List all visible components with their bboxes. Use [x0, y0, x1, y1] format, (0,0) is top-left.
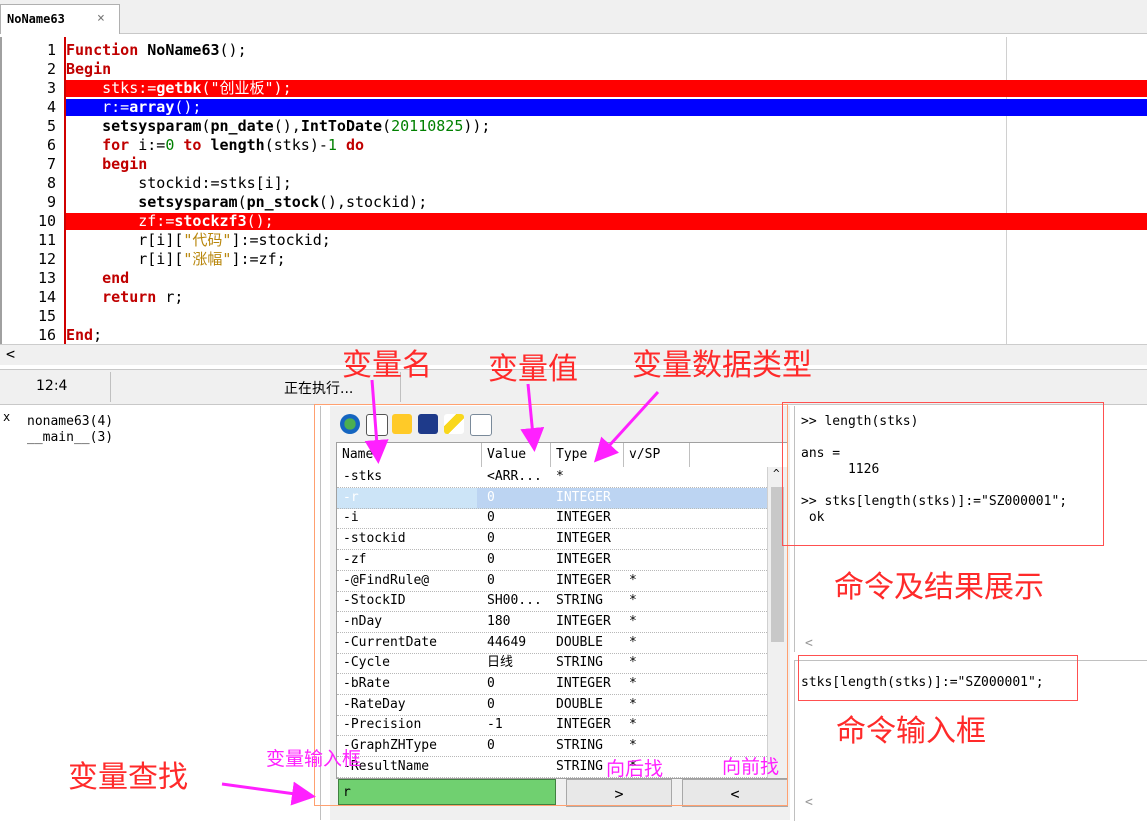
line-number: 4 — [46, 98, 56, 116]
code-line[interactable]: stockid:=stks[i]; — [66, 174, 292, 193]
code-line[interactable]: zf:=stockzf3(); — [66, 212, 273, 231]
code-line[interactable]: begin — [66, 155, 147, 174]
call-stack-item[interactable]: __main__(3) — [27, 430, 113, 445]
code-line[interactable]: end — [66, 269, 129, 288]
annotation-var-type: 变量数据类型 — [632, 348, 812, 383]
annotation-search-back: 向后找 — [606, 758, 664, 780]
status-divider — [110, 372, 111, 402]
code-line[interactable]: End; — [66, 326, 102, 345]
code-editor[interactable]: 1 Function NoName63(); 2 Begin 3 stks:=getbk… — [0, 37, 1147, 344]
line-number: 5 — [46, 117, 56, 135]
call-stack-item[interactable]: noname63(4) — [27, 414, 113, 429]
code-line[interactable]: stks:=getbk("创业板"); — [66, 79, 292, 98]
scroll-left-arrow-icon[interactable]: < — [6, 345, 15, 363]
annotation-var-input-box: 变量输入框 — [266, 748, 362, 770]
code-line[interactable]: for i:=0 to length(stks)-1 do — [66, 136, 364, 155]
code-line[interactable]: Begin — [66, 60, 111, 79]
line-number: 6 — [46, 136, 56, 154]
annotation-cmd-input: 命令输入框 — [836, 714, 986, 749]
line-number: 10 — [37, 212, 56, 230]
scroll-left-arrow-icon[interactable]: < — [805, 636, 813, 651]
annotation-var-search: 变量查找 — [68, 760, 188, 795]
annotation-cmd-result: 命令及结果展示 — [834, 570, 1044, 605]
line-number: 2 — [46, 60, 56, 78]
line-number: 15 — [37, 307, 56, 325]
code-line[interactable]: Function NoName63(); — [66, 41, 247, 60]
line-number: 9 — [46, 193, 56, 211]
line-number: 8 — [46, 174, 56, 192]
watch-panel-highlight-box — [314, 404, 788, 806]
code-line[interactable]: r[i]["代码"]:=stockid; — [66, 231, 331, 250]
console-output-highlight-box — [782, 402, 1104, 546]
line-number: 13 — [37, 269, 56, 287]
line-highlight — [66, 99, 1147, 116]
annotation-var-name: 变量名 — [342, 348, 432, 383]
tab-close-icon[interactable]: × — [97, 11, 105, 26]
code-line[interactable]: return r; — [66, 288, 183, 307]
annotation-search-forward: 向前找 — [722, 756, 780, 778]
line-number: 7 — [46, 155, 56, 173]
line-number: 12 — [37, 250, 56, 268]
code-line[interactable]: setsysparam(pn_stock(),stockid); — [66, 193, 427, 212]
code-line[interactable]: r:=array(); — [66, 98, 201, 117]
cursor-position: 12:4 — [36, 378, 68, 394]
scroll-left-arrow-icon[interactable]: < — [805, 795, 813, 810]
code-line[interactable]: setsysparam(pn_date(),IntToDate(20110825… — [66, 117, 490, 136]
line-number: 14 — [37, 288, 56, 306]
annotation-var-value: 变量值 — [488, 352, 578, 387]
line-number: 16 — [37, 326, 56, 344]
console-input-highlight-box — [798, 655, 1078, 701]
tab-label: NoName63 — [7, 12, 65, 26]
panel-close-icon[interactable]: x — [3, 410, 10, 424]
tab-noname63[interactable]: NoName63 × — [0, 4, 120, 34]
line-number: 1 — [46, 41, 56, 59]
tab-bar: NoName63 × — [0, 0, 1147, 34]
line-number: 3 — [46, 79, 56, 97]
code-line[interactable]: r[i]["涨幅"]:=zf; — [66, 250, 285, 269]
line-number: 11 — [37, 231, 56, 249]
